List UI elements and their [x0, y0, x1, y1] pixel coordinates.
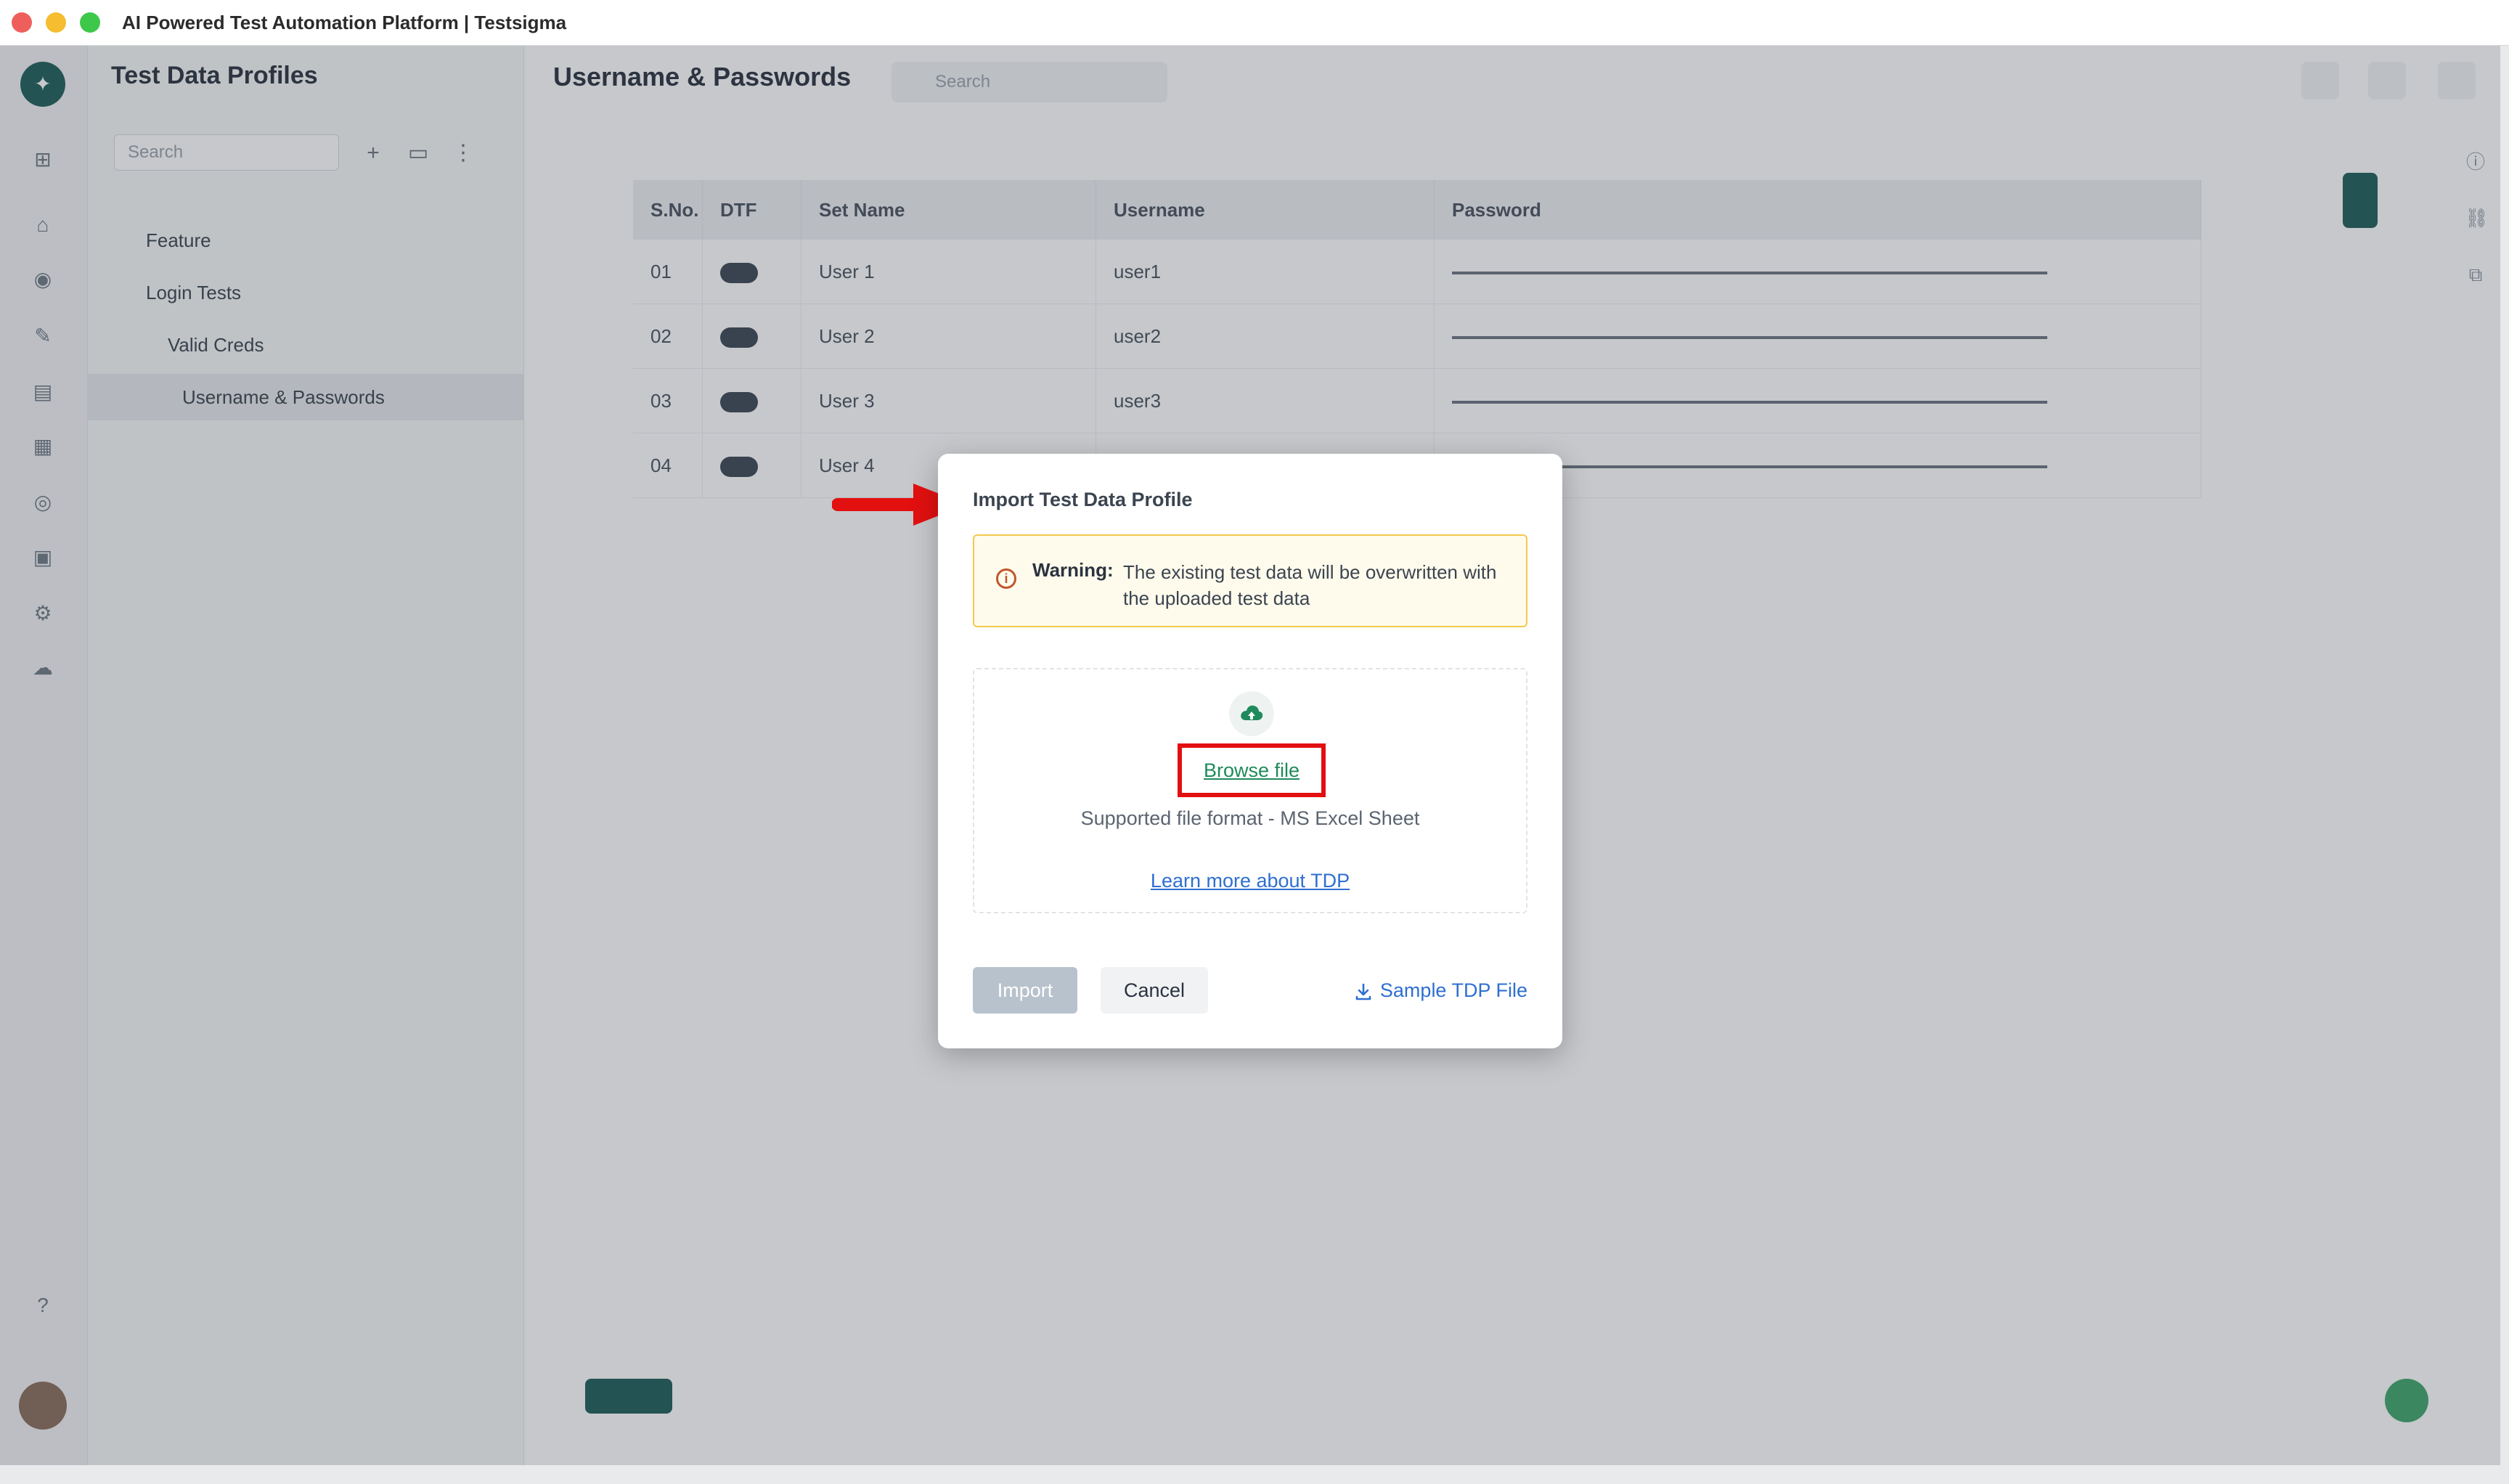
warning-banner: i Warning: The existing test data will b… [973, 534, 1527, 627]
supported-format-text: Supported file format - MS Excel Sheet [1080, 807, 1420, 829]
modal-title: Import Test Data Profile [973, 489, 1193, 510]
cancel-button[interactable]: Cancel [1101, 967, 1208, 1014]
file-dropzone[interactable]: Browse file Supported file format - MS E… [973, 668, 1527, 913]
warning-label: Warning: [1032, 559, 1114, 581]
import-button[interactable]: Import [973, 967, 1077, 1014]
warning-info-icon: i [996, 568, 1016, 589]
cloud-upload-icon [1229, 691, 1274, 736]
annotation-highlight-box: Browse file [1178, 743, 1326, 797]
import-modal: Import Test Data Profile i Warning: The … [938, 454, 1562, 1048]
minimize-window-button[interactable] [46, 12, 66, 33]
close-window-button[interactable] [12, 12, 32, 33]
sample-tdp-label: Sample TDP File [1379, 979, 1527, 1001]
download-icon [1355, 983, 1371, 1000]
browse-file-link[interactable]: Browse file [1182, 748, 1321, 793]
window-title: AI Powered Test Automation Platform | Te… [122, 12, 567, 33]
sample-tdp-link[interactable]: Sample TDP File [1354, 967, 1527, 1014]
learn-more-link[interactable]: Learn more about TDP [974, 870, 1526, 892]
maximize-window-button[interactable] [80, 12, 100, 33]
warning-text: The existing test data will be overwritt… [1123, 561, 1497, 609]
window-titlebar: AI Powered Test Automation Platform | Te… [0, 0, 2509, 46]
